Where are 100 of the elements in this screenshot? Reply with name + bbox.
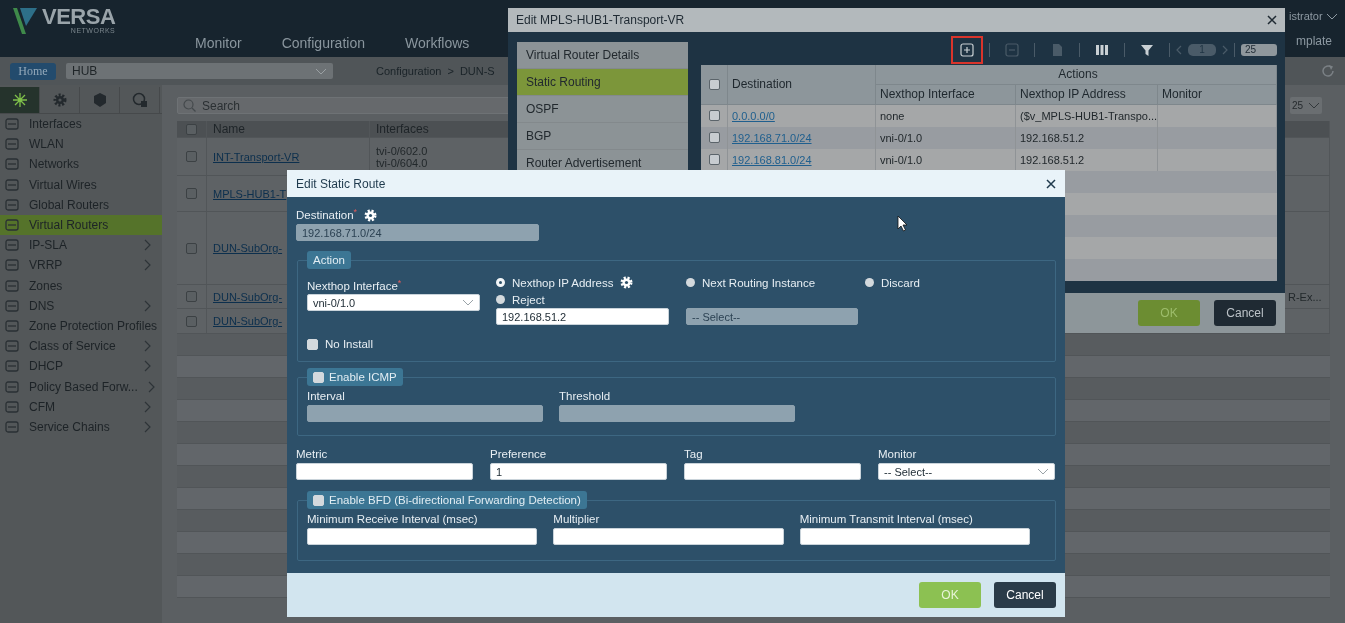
panel-icon: [5, 400, 19, 413]
checkbox[interactable]: [186, 123, 197, 135]
row-link[interactable]: DUN-SubOrg-: [213, 242, 283, 254]
column-header: Destination: [728, 64, 876, 105]
field-label: Interval: [307, 389, 346, 403]
nav-tab[interactable]: Monitor: [195, 35, 242, 51]
radio-button[interactable]: [865, 278, 874, 287]
dropdown-field[interactable]: vni-0/1.0: [307, 294, 480, 311]
column-header: Nexthop Interface: [876, 84, 1016, 105]
panel-icon: [5, 118, 19, 131]
close-icon[interactable]: [1046, 178, 1056, 189]
checkbox[interactable]: [186, 188, 197, 199]
input-field[interactable]: 192.168.51.2: [496, 308, 669, 325]
home-button[interactable]: Home: [10, 62, 56, 80]
settings-icon[interactable]: [364, 208, 378, 222]
dialog-menu-item[interactable]: OSPF: [517, 95, 688, 123]
input-field[interactable]: [296, 463, 473, 480]
field-label: Tag: [684, 447, 704, 461]
field-label: Monitor: [878, 447, 918, 461]
input-field[interactable]: [307, 528, 538, 545]
previous-icon[interactable]: [1176, 44, 1182, 55]
checkbox[interactable]: [708, 132, 720, 144]
filter-icon: [1140, 42, 1154, 57]
panel-icon: [5, 340, 19, 353]
checkbox[interactable]: [186, 315, 197, 327]
caret-icon: [1037, 468, 1049, 475]
template-link[interactable]: mplate: [1289, 34, 1345, 48]
checkbox[interactable]: [708, 154, 720, 166]
column-header: Monitor: [1158, 84, 1277, 105]
document-icon: [1050, 42, 1064, 57]
panel-icon: [5, 319, 19, 332]
columns-icon: [1095, 42, 1109, 57]
user-menu[interactable]: istrator: [1289, 10, 1323, 22]
field-label: Multiplier: [553, 512, 601, 526]
option-label: Discard: [881, 276, 920, 289]
org-select[interactable]: HUB: [66, 63, 333, 79]
ok-button[interactable]: OK: [919, 582, 981, 608]
checkbox[interactable]: [186, 151, 197, 162]
row-link[interactable]: MPLS-HUB1-T: [213, 187, 287, 200]
panel-icon: [5, 219, 19, 232]
nav-tab[interactable]: Configuration: [281, 35, 365, 51]
option-label: Next Routing Instance: [702, 276, 816, 289]
field-label: Threshold: [559, 389, 612, 403]
checkbox-legend[interactable]: Enable BFD (Bi-directional Forwarding Detection): [307, 491, 587, 509]
nav-tab[interactable]: Workflows: [404, 35, 470, 51]
checkbox-legend[interactable]: Enable ICMP: [307, 368, 403, 386]
row-link[interactable]: 192.168.81.0/24: [732, 153, 812, 166]
remove-icon: [1005, 42, 1019, 57]
network-icon: [11, 92, 28, 108]
panel-icon: [5, 299, 19, 312]
dialog-menu-item[interactable]: BGP: [517, 122, 688, 150]
radio-button[interactable]: [496, 295, 505, 304]
panel-icon: [5, 158, 19, 171]
panel-icon: [5, 380, 19, 393]
option-label: Nexthop IP Address: [512, 276, 614, 289]
table-cell: none: [880, 109, 905, 122]
row-link[interactable]: 0.0.0.0/0: [732, 109, 775, 122]
radio-button[interactable]: [496, 278, 505, 287]
ok-button[interactable]: OK: [1138, 299, 1200, 326]
page-size-select[interactable]: 25: [1290, 97, 1322, 114]
dialog-title: Edit MPLS-HUB1-Transport-VR: [516, 12, 685, 27]
checkbox[interactable]: [186, 291, 197, 302]
field-label: Minimum Receive Interval (msec): [307, 512, 479, 526]
close-icon[interactable]: [1267, 14, 1277, 25]
row-link[interactable]: DUN-SubOrg-: [213, 315, 283, 327]
checkbox[interactable]: [708, 110, 720, 122]
cube-icon: [91, 92, 108, 108]
field-label: Destination$^{*}$: [296, 208, 358, 222]
sidebar-tab[interactable]: [0, 87, 40, 113]
row-link[interactable]: INT-Transport-VR: [213, 150, 300, 163]
settings-icon: [51, 92, 68, 108]
refresh-icon[interactable]: [1321, 64, 1335, 78]
panel-icon: [5, 259, 19, 272]
page-size-field[interactable]: 25: [1241, 43, 1277, 56]
checkbox-label: No Install: [325, 338, 373, 350]
dialog-menu-item[interactable]: Static Routing: [517, 68, 688, 96]
field-label: Minimum Transmit Interval (msec): [799, 512, 974, 526]
dropdown-field[interactable]: -- Select--: [878, 463, 1055, 480]
logo-text: VERSA: [42, 6, 116, 28]
logo-icon: [12, 6, 38, 36]
input-field[interactable]: [684, 463, 861, 480]
table-cell: tvi-0/602.0: [376, 144, 428, 157]
next-icon[interactable]: [1222, 44, 1228, 55]
input-field[interactable]: [553, 528, 784, 545]
radio-button[interactable]: [686, 278, 695, 287]
input-field[interactable]: [799, 528, 1030, 545]
add-button[interactable]: [951, 35, 983, 64]
sidebar-item[interactable]: Virtual Routers: [0, 214, 162, 236]
cancel-button[interactable]: Cancel: [994, 582, 1056, 608]
column-header: Nexthop IP Address: [1016, 84, 1158, 105]
settings-icon[interactable]: [620, 276, 634, 289]
panel-icon: [5, 420, 19, 433]
table-cell: R-Ex...: [1288, 290, 1322, 303]
input-field[interactable]: 1: [490, 463, 667, 480]
cancel-button[interactable]: Cancel: [1214, 299, 1276, 326]
panel-icon: [5, 279, 19, 292]
checkbox[interactable]: [186, 242, 197, 254]
dialog-menu-item[interactable]: Virtual Router Details: [517, 41, 688, 69]
checkbox[interactable]: [708, 78, 720, 90]
row-link[interactable]: DUN-SubOrg-: [213, 290, 283, 303]
